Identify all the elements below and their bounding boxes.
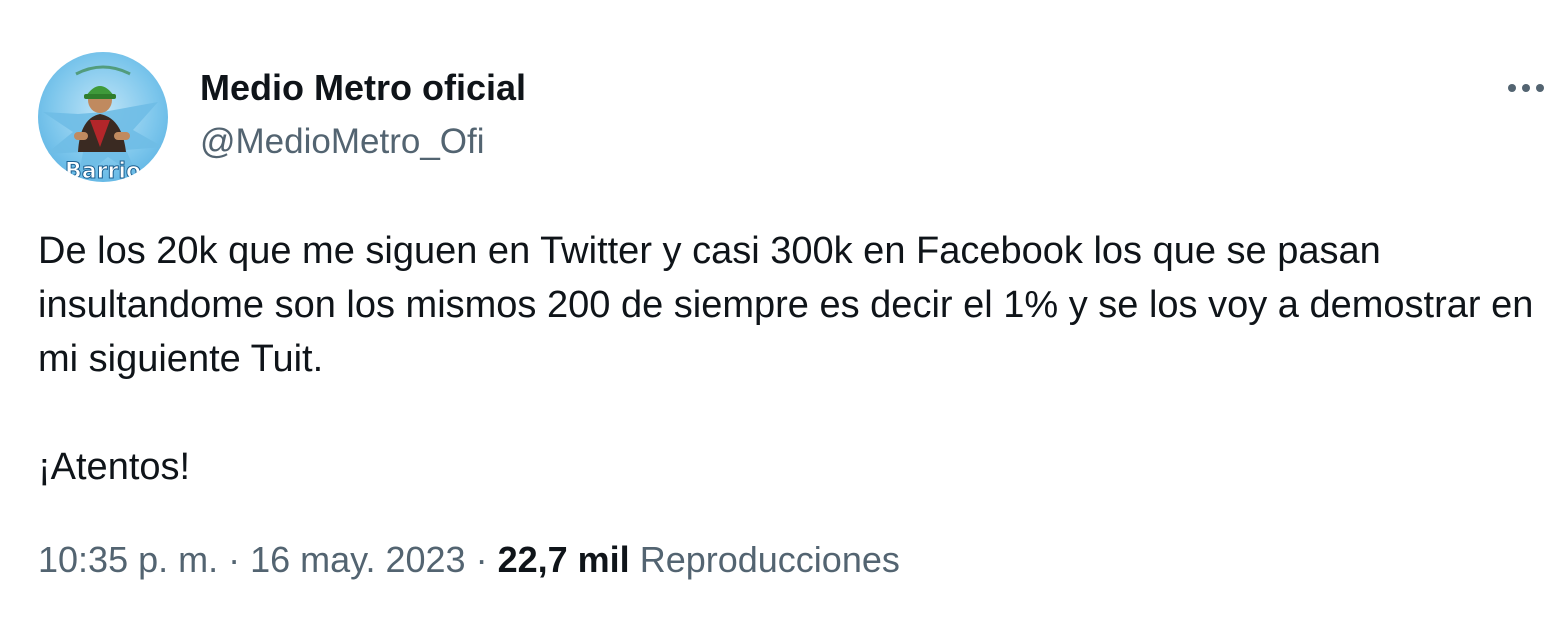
views-label: Reproducciones	[639, 539, 900, 580]
avatar[interactable]: Barrio	[38, 52, 168, 182]
tweet-text: De los 20k que me siguen en Twitter y ca…	[38, 224, 1548, 494]
meta-separator: ·	[465, 539, 498, 580]
avatar-image: Barrio	[43, 65, 163, 182]
meta-separator: ·	[218, 539, 251, 580]
tweet-date-link[interactable]: 16 may. 2023	[250, 539, 465, 580]
more-horizontal-icon	[1506, 82, 1546, 94]
tweet-time-link[interactable]: 10:35 p. m.	[38, 539, 218, 580]
tweet-paragraph: ¡Atentos!	[38, 446, 191, 488]
more-options-button[interactable]	[1496, 68, 1556, 108]
views-count: 22,7 mil	[497, 539, 630, 580]
tweet-time: 10:35 p. m.	[38, 539, 219, 580]
author-handle[interactable]: @MedioMetro_Ofi	[200, 120, 485, 164]
author-display-name[interactable]: Medio Metro oficial	[200, 66, 526, 110]
tweet-date: 16 may. 2023	[250, 539, 466, 580]
tweet-meta: 10:35 p. m. · 16 may. 2023 · 22,7 mil Re…	[38, 536, 900, 584]
tweet-card: Barrio Medio Metro oficial @MedioMetro_O…	[0, 0, 1561, 620]
svg-text:Barrio: Barrio	[65, 159, 141, 182]
tweet-paragraph: De los 20k que me siguen en Twitter y ca…	[38, 230, 1534, 380]
